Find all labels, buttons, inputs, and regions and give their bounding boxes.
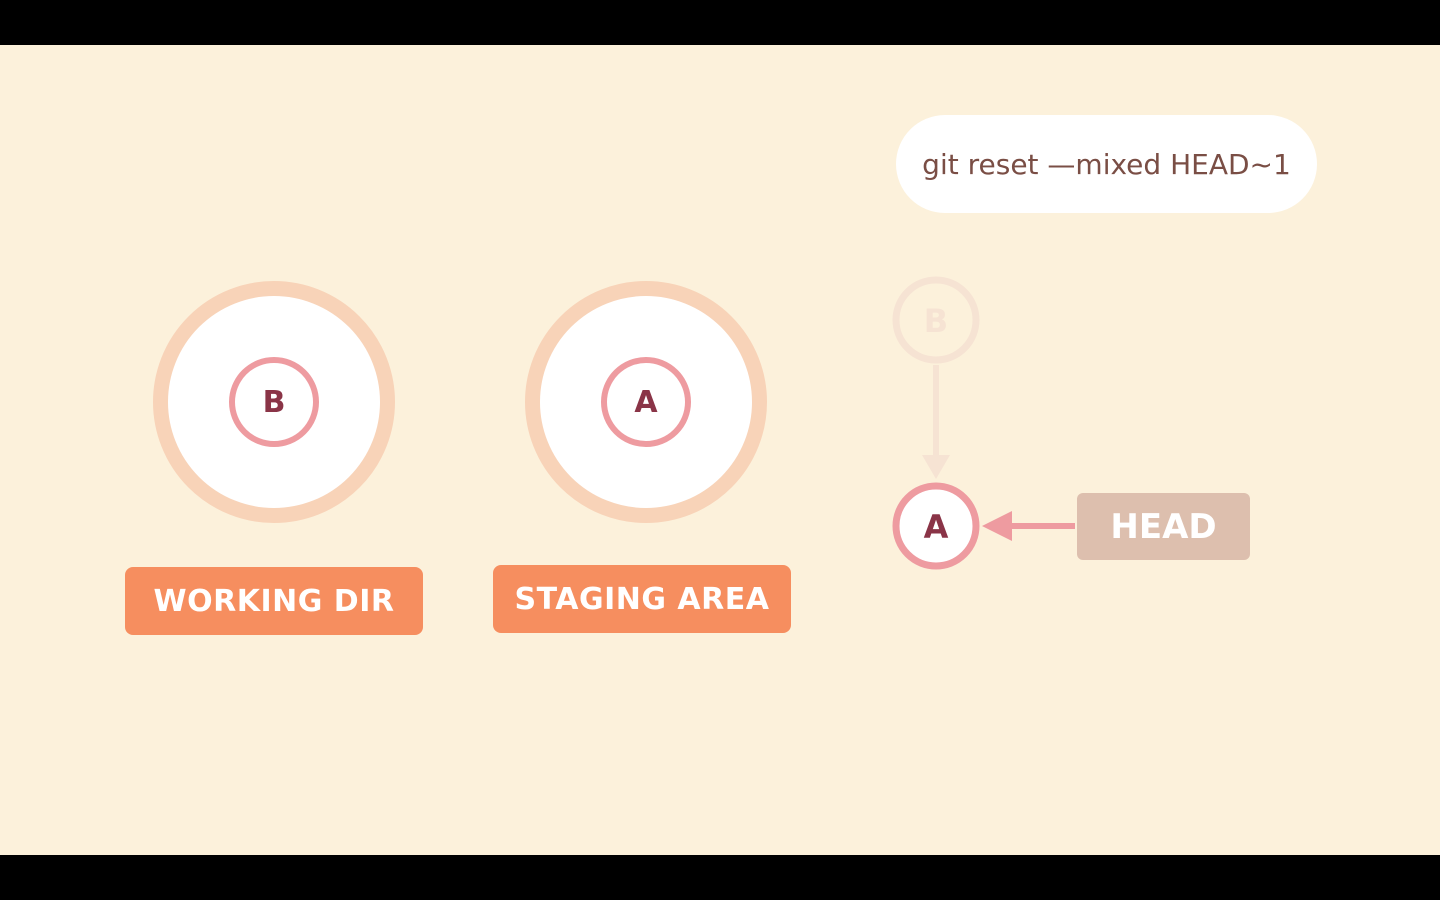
current-commit-label: A [924, 508, 949, 546]
working-dir-commit: B [229, 357, 319, 447]
staging-area-commit: A [601, 357, 691, 447]
head-label: HEAD [1077, 493, 1250, 560]
faded-commit-label: B [924, 302, 948, 340]
faded-parent-arrow [922, 365, 950, 479]
command-pill: git reset —mixed HEAD~1 [896, 115, 1317, 213]
faded-commit: B [892, 276, 980, 364]
staging-area-label: STAGING AREA [493, 565, 791, 633]
letterbox-bottom [0, 855, 1440, 900]
letterbox-top [0, 0, 1440, 45]
working-dir-label: WORKING DIR [125, 567, 423, 635]
head-pointer-arrow [982, 511, 1075, 541]
command-text: git reset —mixed HEAD~1 [922, 147, 1291, 181]
commit-graph: B A [892, 276, 1075, 570]
current-commit: A [892, 482, 980, 570]
diagram-canvas: B WORKING DIR A STAGING AREA git reset —… [0, 45, 1440, 855]
